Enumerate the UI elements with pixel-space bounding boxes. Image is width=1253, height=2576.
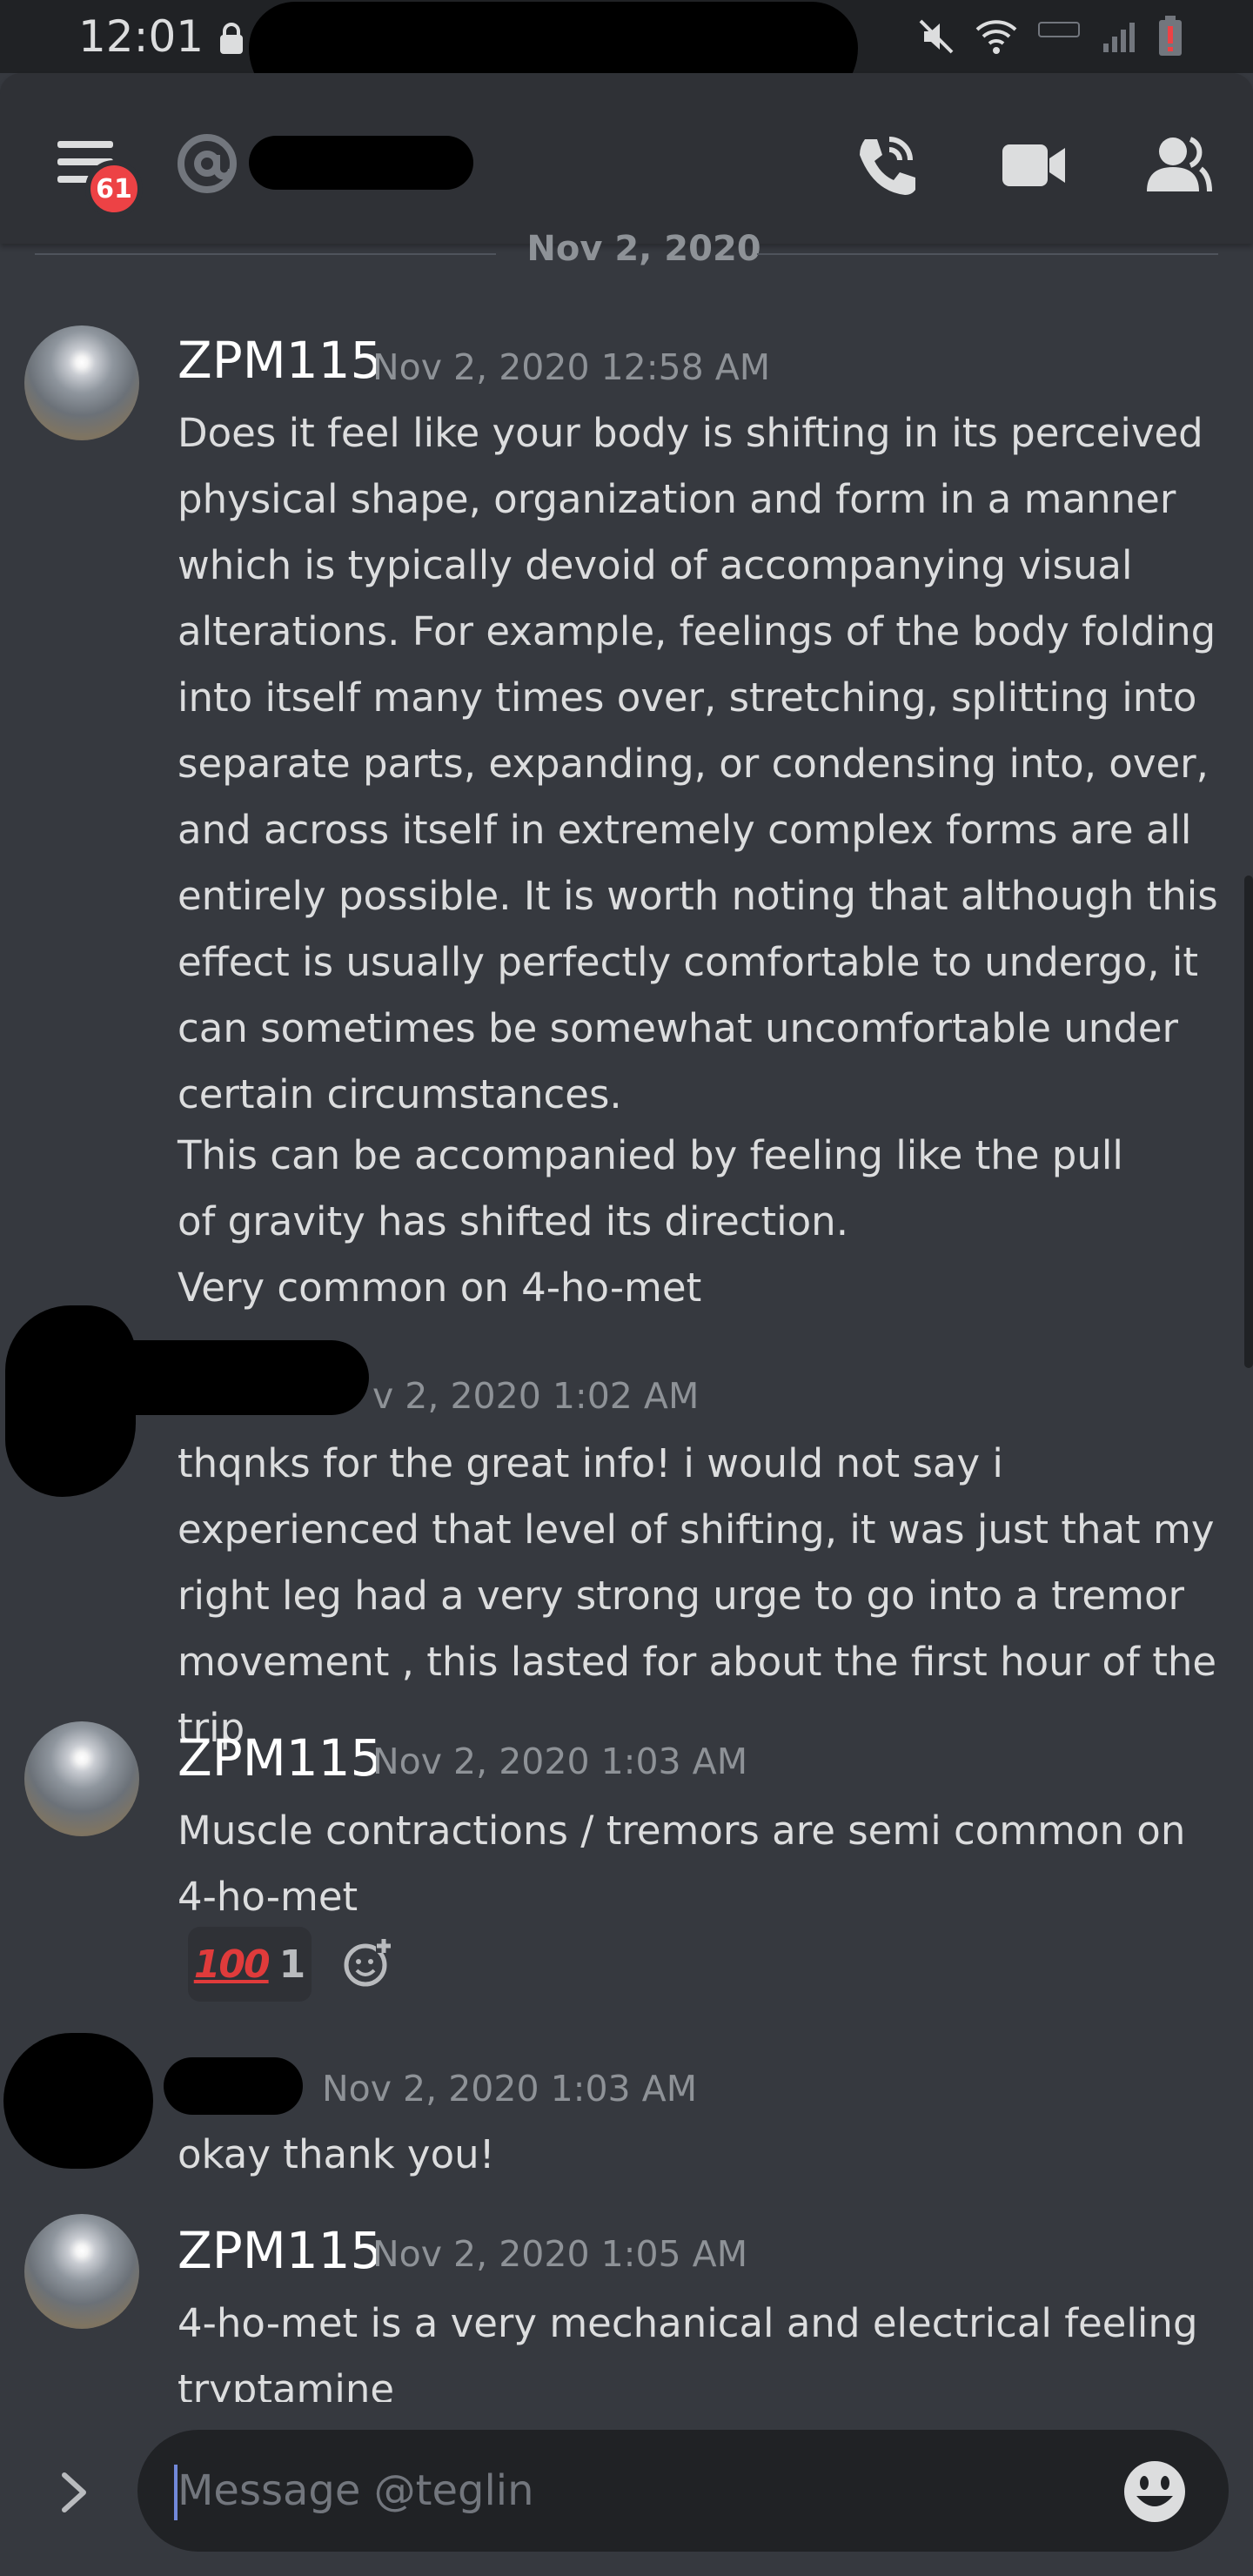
divider-line	[757, 253, 1218, 255]
status-time: 12:01	[78, 11, 204, 62]
message-timestamp: Nov 2, 2020 1:05 AM	[372, 2233, 748, 2275]
mentions-badge: 61	[85, 160, 143, 218]
message-timestamp: Nov 2, 2020 1:03 AM	[322, 2068, 698, 2110]
phone-call-icon[interactable]	[851, 131, 921, 200]
divider-date: Nov 2, 2020	[526, 229, 761, 269]
message-author[interactable]: ZPM115	[178, 329, 382, 392]
message-text: Very common on 4-ho-met	[178, 1265, 702, 1311]
emoji-icon[interactable]	[1122, 2459, 1187, 2524]
reaction-count: 1	[278, 1942, 306, 1987]
date-divider: Nov 2, 2020	[35, 228, 1218, 280]
redaction	[164, 2057, 303, 2115]
message-author[interactable]: ZPM115	[178, 2219, 382, 2282]
message-text: Does it feel like your body is shifting …	[178, 410, 1218, 1117]
mute-icon	[919, 19, 954, 54]
message-author[interactable]: ZPM115	[178, 1727, 382, 1789]
avatar[interactable]	[24, 2214, 139, 2329]
chevron-right-icon[interactable]	[52, 2468, 96, 2517]
redaction	[3, 2033, 153, 2169]
message-text: okay thank you!	[178, 2131, 495, 2177]
at-sign-icon	[178, 134, 237, 193]
lock-icon	[220, 23, 243, 54]
wifi-icon	[975, 20, 1017, 54]
redaction	[52, 1340, 369, 1415]
message-text: This can be accompanied by feeling like …	[178, 1132, 1123, 1244]
add-reaction-icon[interactable]	[341, 1937, 393, 1989]
reaction-button[interactable]: 100 1	[188, 1927, 312, 2002]
message-text: Muscle contractions / tremors are semi c…	[178, 1808, 1186, 1920]
hundred-points-icon: 100	[193, 1942, 271, 1987]
message-text: 4-ho-met is a very mechanical and electr…	[178, 2300, 1198, 2405]
text-caret	[174, 2465, 178, 2520]
battery-icon	[1159, 16, 1182, 56]
message-timestamp: v 2, 2020 1:02 AM	[372, 1375, 700, 1417]
discord-dm-screen: 12:01 61 Nov 2, 2020 ZPM115 Nov 2, 2020 …	[0, 0, 1253, 2576]
divider-line	[35, 253, 496, 255]
status-bar: 12:01	[0, 0, 1253, 110]
lte-icon	[1038, 22, 1080, 37]
message-timestamp: Nov 2, 2020 1:03 AM	[372, 1741, 748, 1782]
redaction	[249, 136, 473, 190]
message-input[interactable]	[137, 2430, 1229, 2552]
members-icon[interactable]	[1143, 131, 1213, 200]
message-text: thqnks for the great info! i would not s…	[178, 1440, 1217, 1751]
avatar[interactable]	[24, 1721, 139, 1836]
video-camera-icon[interactable]	[999, 131, 1069, 200]
signal-icon	[1103, 23, 1135, 52]
status-icons	[917, 14, 1183, 59]
avatar[interactable]	[24, 325, 139, 440]
scrollbar[interactable]	[1244, 875, 1253, 1368]
message-timestamp: Nov 2, 2020 12:58 AM	[372, 346, 771, 388]
